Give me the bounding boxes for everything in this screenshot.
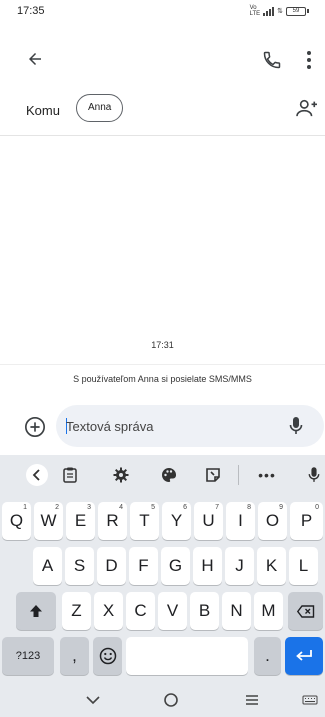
app-bar	[0, 40, 325, 80]
message-input[interactable]	[66, 405, 276, 447]
key-l[interactable]: L	[289, 547, 318, 585]
key-k[interactable]: K	[257, 547, 286, 585]
navigation-bar	[0, 686, 325, 717]
arrow-back-icon[interactable]	[26, 50, 44, 73]
key-n[interactable]: N	[222, 592, 251, 630]
key-o[interactable]: O9	[258, 502, 287, 540]
add-person-icon[interactable]	[296, 98, 318, 123]
symbols-key[interactable]: ?123	[2, 637, 54, 675]
key-d[interactable]: D	[97, 547, 126, 585]
data-arrow-icon: ⇅	[277, 8, 283, 15]
divider	[0, 364, 325, 365]
key-t[interactable]: T5	[130, 502, 159, 540]
keyboard-toolbar: •••	[0, 455, 325, 495]
key-z[interactable]: Z	[62, 592, 91, 630]
phone-icon[interactable]	[262, 50, 282, 75]
recipients-bar: Komu Anna	[0, 92, 325, 130]
message-timestamp: 17:31	[151, 340, 174, 350]
backspace-icon	[296, 604, 314, 618]
key-x[interactable]: X	[94, 592, 123, 630]
key-q[interactable]: Q1	[2, 502, 31, 540]
gear-icon[interactable]	[110, 464, 132, 486]
key-j[interactable]: J	[225, 547, 254, 585]
home-circle-icon[interactable]	[163, 692, 179, 713]
recipient-chip[interactable]: Anna	[76, 94, 124, 122]
menu-icon[interactable]	[244, 692, 260, 713]
status-bar: 17:35 Vo LTE ⇅ 59	[0, 0, 325, 22]
volte-icon: Vo LTE	[249, 5, 261, 17]
chevron-left-icon[interactable]	[26, 464, 48, 486]
key-e[interactable]: E3	[66, 502, 95, 540]
key-r[interactable]: R4	[98, 502, 127, 540]
keyboard-switch-icon[interactable]	[302, 692, 318, 713]
key-u[interactable]: U7	[194, 502, 223, 540]
toolbar-divider	[238, 465, 239, 485]
battery-level: 59	[286, 6, 306, 16]
emoji-icon	[99, 647, 116, 665]
more-icon[interactable]: •••	[256, 464, 278, 486]
shift-icon	[30, 605, 42, 617]
clipboard-icon[interactable]	[59, 464, 81, 486]
palette-icon[interactable]	[158, 464, 180, 486]
status-icons: Vo LTE ⇅ 59	[250, 5, 309, 17]
emoji-key[interactable]	[93, 637, 122, 675]
backspace-key[interactable]	[288, 592, 323, 630]
shift-key[interactable]	[16, 592, 56, 630]
more-vert-icon[interactable]	[306, 50, 312, 75]
key-f[interactable]: F	[129, 547, 158, 585]
divider	[0, 135, 325, 136]
key-v[interactable]: V	[158, 592, 187, 630]
to-label: Komu	[26, 103, 60, 118]
period-key[interactable]: .	[254, 637, 281, 675]
key-p[interactable]: P0	[290, 502, 323, 540]
sticker-icon[interactable]	[202, 464, 224, 486]
key-s[interactable]: S	[65, 547, 94, 585]
battery-icon: 59	[286, 6, 309, 16]
status-time: 17:35	[17, 5, 45, 17]
key-m[interactable]: M	[254, 592, 283, 630]
key-g[interactable]: G	[161, 547, 190, 585]
key-c[interactable]: C	[126, 592, 155, 630]
key-w[interactable]: W2	[34, 502, 63, 540]
add-circle-icon[interactable]	[24, 416, 46, 443]
sms-info-note: S používateľom Anna si posielate SMS/MMS	[73, 374, 252, 384]
mic-icon[interactable]	[289, 416, 303, 441]
enter-key[interactable]	[285, 637, 323, 675]
key-y[interactable]: Y6	[162, 502, 191, 540]
chevron-down-icon[interactable]	[85, 692, 101, 713]
signal-icon	[263, 6, 275, 16]
enter-icon	[296, 650, 312, 661]
key-i[interactable]: I8	[226, 502, 255, 540]
mic-icon[interactable]	[303, 464, 325, 486]
key-a[interactable]: A	[33, 547, 62, 585]
keyboard: ••• Q1 W2 E3 R4 T5 Y6 U7 I8 O9 P0 A S D …	[0, 455, 325, 717]
key-h[interactable]: H	[193, 547, 222, 585]
key-b[interactable]: B	[190, 592, 219, 630]
comma-key[interactable]: ,	[60, 637, 89, 675]
message-compose-field[interactable]	[56, 405, 324, 447]
space-key[interactable]	[126, 637, 248, 675]
